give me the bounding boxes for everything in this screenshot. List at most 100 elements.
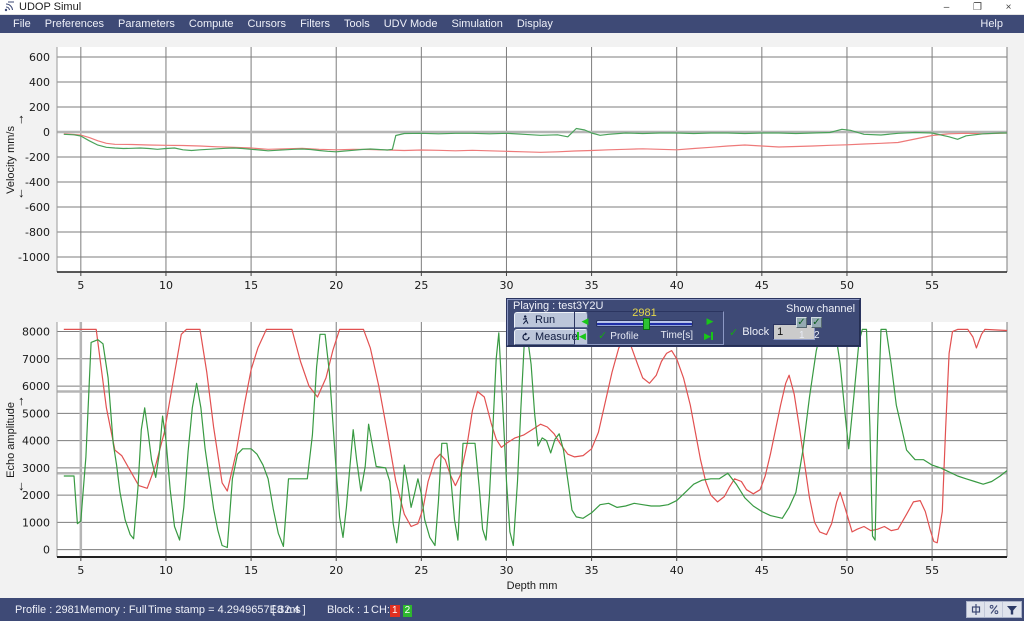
svg-text:4000: 4000 <box>22 435 50 448</box>
jump-start-arrow-icon: ◀ <box>579 330 586 342</box>
jump-end-arrow-icon: ▶ <box>704 330 711 342</box>
menu-item-compute[interactable]: Compute <box>182 15 241 33</box>
step-forward-button[interactable]: ▶ <box>704 315 716 327</box>
step-back-button[interactable]: ◀ <box>579 315 591 327</box>
menu-item-parameters[interactable]: Parameters <box>111 15 182 33</box>
svg-text:45: 45 <box>755 564 769 577</box>
percent-scale-icon[interactable] <box>985 602 1003 617</box>
channel1-label: 1 <box>799 330 805 341</box>
svg-text:20: 20 <box>329 564 343 577</box>
svg-text:40: 40 <box>670 279 684 292</box>
jump-end-bar-icon <box>711 332 713 340</box>
status-block: Block : 1 <box>327 604 369 616</box>
velocity-chart: 5101520253035404550556004002000-200-400-… <box>0 35 1024 335</box>
profile-row: ✓ Profile Time[s] <box>598 329 693 342</box>
velocity-positive-arrow-icon: ↑ <box>18 111 25 126</box>
time-units-label: Time[s] <box>661 330 693 341</box>
svg-text:2000: 2000 <box>22 489 50 502</box>
svg-text:35: 35 <box>585 279 599 292</box>
player-panel: Playing : test3Y2U Run Measure ◀ ◀ ▶ ▶ 2… <box>507 299 860 346</box>
maximize-button[interactable]: ❐ <box>962 0 993 15</box>
title-bar: UDOP Simul – ❐ × <box>0 0 1024 15</box>
channel2-label: 2 <box>814 330 820 341</box>
profile-check-icon[interactable]: ✓ <box>598 330 607 342</box>
show-channel-label: Show channel <box>786 303 858 315</box>
echo-negative-arrow-icon: ↓ <box>18 478 25 493</box>
run-button-label: Run <box>535 314 555 326</box>
runner-icon <box>521 315 531 325</box>
profile-slider[interactable] <box>596 320 693 327</box>
svg-text:8000: 8000 <box>22 326 50 339</box>
svg-text:1000: 1000 <box>22 516 50 529</box>
window-title: UDOP Simul <box>19 1 81 13</box>
menu-item-help[interactable]: Help <box>973 15 1010 33</box>
profile-label: Profile <box>610 331 638 342</box>
velocity-negative-arrow-icon: ↓ <box>18 185 25 200</box>
svg-text:35: 35 <box>585 564 599 577</box>
svg-text:30: 30 <box>499 279 513 292</box>
svg-text:-400: -400 <box>25 176 50 189</box>
block-input[interactable] <box>773 324 815 340</box>
status-tray <box>966 601 1022 618</box>
svg-text:15: 15 <box>244 279 258 292</box>
status-ch2-badge: 2 <box>403 605 413 617</box>
channel2-checkbox[interactable]: ✓ <box>811 317 822 328</box>
svg-text:10: 10 <box>159 279 173 292</box>
svg-text:200: 200 <box>29 101 50 114</box>
velocity-axis-label: Velocity mm/s <box>5 126 17 194</box>
menu-bar: File Preferences Parameters Compute Curs… <box>0 15 1024 33</box>
measure-cycle-icon <box>521 332 531 342</box>
status-bar: Profile : 2981 Memory : Full Time stamp … <box>0 598 1024 621</box>
status-memory: Memory : Full <box>80 604 147 616</box>
menu-item-tools[interactable]: Tools <box>337 15 377 33</box>
udop-simul-window: { "window": { "title": "UDOP Simul", "co… <box>0 0 1024 621</box>
svg-text:-200: -200 <box>25 151 50 164</box>
menu-item-file[interactable]: File <box>6 15 38 33</box>
measure-button-label: Measure <box>535 331 578 343</box>
echo-axis-label-wrap: Echo amplitude <box>4 322 18 557</box>
svg-text:25: 25 <box>414 279 428 292</box>
svg-text:55: 55 <box>925 564 939 577</box>
status-bracket-value: [ 32.4 ] <box>272 604 306 616</box>
svg-text:-800: -800 <box>25 226 50 239</box>
svg-text:25: 25 <box>414 564 428 577</box>
menu-item-udv-mode[interactable]: UDV Mode <box>377 15 445 33</box>
echo-axis-label: Echo amplitude <box>5 402 17 478</box>
svg-text:20: 20 <box>329 279 343 292</box>
menu-item-display[interactable]: Display <box>510 15 560 33</box>
menu-item-filters[interactable]: Filters <box>293 15 337 33</box>
channel1-checkbox[interactable]: ✓ <box>796 317 807 328</box>
block-check-icon[interactable]: ✓ <box>729 326 738 339</box>
depth-axis-label: Depth mm <box>57 580 1007 592</box>
svg-text:45: 45 <box>755 279 769 292</box>
status-channels: CH:1 2 <box>371 604 412 617</box>
block-label: Block <box>742 326 769 338</box>
svg-text:-600: -600 <box>25 201 50 214</box>
svg-text:-1000: -1000 <box>18 251 50 264</box>
chart-workspace: 5101520253035404550556004002000-200-400-… <box>0 33 1024 598</box>
echo-positive-arrow-icon: ↑ <box>18 393 25 408</box>
menu-item-preferences[interactable]: Preferences <box>38 15 111 33</box>
app-icon <box>3 1 15 13</box>
status-ch-label: CH: <box>371 604 390 616</box>
funnel-filter-icon[interactable] <box>1003 602 1021 617</box>
close-button[interactable]: × <box>993 0 1024 15</box>
status-ch1-badge: 1 <box>390 605 400 617</box>
svg-text:600: 600 <box>29 51 50 64</box>
menu-item-cursors[interactable]: Cursors <box>241 15 294 33</box>
svg-text:400: 400 <box>29 76 50 89</box>
svg-text:10: 10 <box>159 564 173 577</box>
jump-start-button[interactable]: ◀ <box>577 330 589 342</box>
svg-text:40: 40 <box>670 564 684 577</box>
svg-text:3000: 3000 <box>22 462 50 475</box>
svg-text:6000: 6000 <box>22 380 50 393</box>
jump-end-button[interactable]: ▶ <box>704 330 716 342</box>
svg-text:15: 15 <box>244 564 258 577</box>
anchor-move-icon[interactable] <box>967 602 985 617</box>
minimize-button[interactable]: – <box>931 0 962 15</box>
svg-text:7000: 7000 <box>22 353 50 366</box>
svg-text:5: 5 <box>77 279 84 292</box>
svg-text:0: 0 <box>43 544 50 557</box>
menu-item-simulation[interactable]: Simulation <box>445 15 510 33</box>
velocity-axis-label-wrap: Velocity mm/s <box>4 47 18 272</box>
